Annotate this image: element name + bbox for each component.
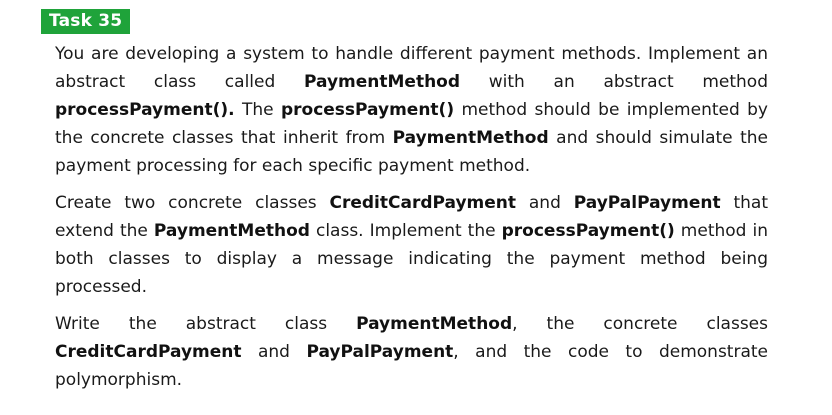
class-name: PaymentMethod bbox=[153, 221, 310, 241]
text-segment: and bbox=[241, 342, 307, 362]
task-description: You are developing a system to handle di… bbox=[55, 40, 768, 394]
text-segment: class. Implement the bbox=[309, 221, 502, 241]
paragraph-2: Create two concrete classes CreditCardPa… bbox=[55, 189, 768, 301]
task-title-badge: Task 35 bbox=[41, 9, 131, 34]
text-segment: , the concrete classes bbox=[512, 314, 769, 334]
class-name: PaymentMethod bbox=[304, 72, 461, 92]
text-segment: with an abstract method bbox=[460, 72, 768, 92]
class-name: PaymentMethod bbox=[356, 314, 513, 334]
text-segment: Write the abstract class bbox=[55, 314, 357, 334]
class-name: PayPalPayment bbox=[306, 342, 454, 362]
paragraph-3: Write the abstract class PaymentMethod, … bbox=[55, 310, 768, 394]
text-segment: and bbox=[516, 193, 574, 213]
class-name: PaymentMethod bbox=[392, 128, 549, 148]
class-name: CreditCardPayment bbox=[329, 193, 517, 213]
class-name: CreditCardPayment bbox=[55, 342, 242, 362]
class-name: PayPalPayment bbox=[573, 193, 721, 213]
text-segment: The bbox=[234, 100, 281, 120]
text-segment: Create two concrete classes bbox=[55, 193, 330, 213]
paragraph-1: You are developing a system to handle di… bbox=[55, 40, 768, 180]
method-name: processPayment() bbox=[280, 100, 455, 120]
method-name: processPayment(). bbox=[55, 100, 235, 120]
method-name: processPayment() bbox=[501, 221, 675, 241]
